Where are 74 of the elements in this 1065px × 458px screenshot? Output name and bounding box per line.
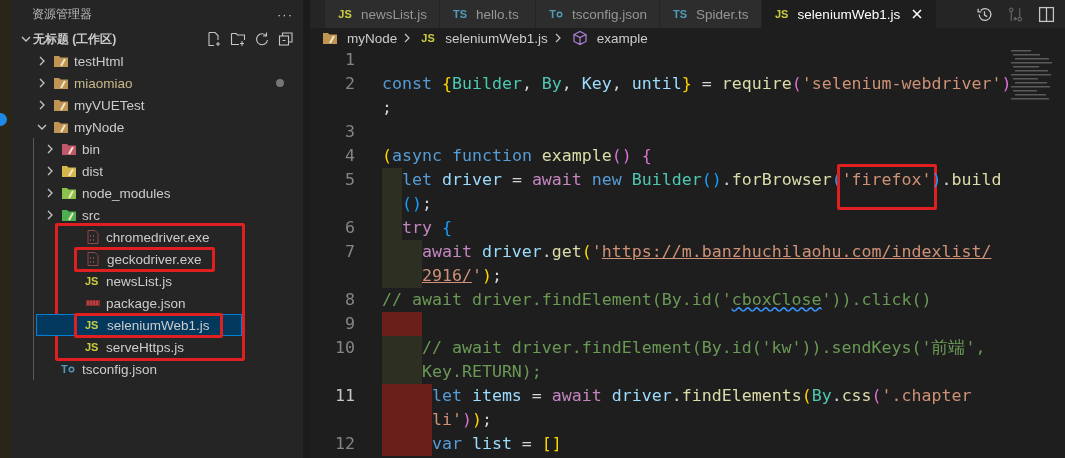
tree-item[interactable]: bin [12, 138, 303, 160]
editor-tab[interactable]: JS seleniumWeb1.js [761, 0, 938, 28]
folder-icon [53, 97, 69, 113]
close-icon[interactable] [910, 7, 925, 21]
line-number: 12 [334, 433, 356, 455]
refresh-icon[interactable] [254, 31, 270, 47]
file-type-icon: JS [85, 319, 101, 331]
file-type-icon: JS [85, 341, 101, 353]
tree-item[interactable]: dist [12, 160, 303, 182]
folder-icon [322, 30, 338, 46]
line-number: 10 [334, 337, 356, 359]
tree-item[interactable]: node_modules [12, 182, 303, 204]
cube-icon [571, 30, 588, 46]
editor-tab[interactable]: TS Spider.ts [660, 0, 762, 28]
more-actions-button[interactable]: ··· [277, 6, 293, 22]
folder-icon [61, 141, 77, 157]
line-number: 1 [344, 49, 356, 71]
new-file-icon[interactable] [206, 31, 222, 47]
folder-icon [61, 185, 77, 201]
binary-file-icon [85, 229, 101, 245]
collapse-all-icon[interactable] [278, 31, 294, 47]
code-line: // await driver.findElement(By.id('kw')).sendKeys('前端', Key.RETURN); [421, 337, 986, 383]
line-number: 7 [344, 241, 356, 263]
new-folder-icon[interactable] [230, 31, 246, 47]
tree-item[interactable]: src [12, 204, 303, 226]
editor-tab[interactable]: T tsconfig.json [536, 0, 661, 28]
code-line: let items = await driver.findElements(By.css('.chapter li')); [431, 385, 972, 431]
workspace-row[interactable]: 无标题 (工作区) [12, 28, 303, 50]
breadcrumb-item[interactable]: seleniumWeb1.js [445, 30, 548, 46]
line-number: 11 [334, 385, 356, 407]
tree-item[interactable]: package.json [36, 292, 242, 314]
file-type-icon: TS [672, 8, 689, 20]
tree-item[interactable]: JS seleniumWeb1.js [36, 314, 242, 336]
line-number: 8 [344, 289, 356, 311]
code-line: (async function example() { [382, 145, 652, 167]
file-type-icon: JS [85, 275, 101, 287]
breadcrumb-item[interactable]: example [596, 30, 648, 46]
folder-icon [61, 207, 77, 223]
line-number: 4 [344, 145, 356, 167]
line-number: 3 [344, 121, 356, 143]
compare-changes-icon[interactable] [1007, 5, 1024, 23]
tree-item[interactable]: miaomiao [12, 72, 303, 94]
split-editor-icon[interactable] [1038, 5, 1055, 23]
tree-item[interactable]: chromedriver.exe [36, 226, 242, 248]
folder-icon [61, 163, 77, 179]
folder-icon [53, 119, 69, 135]
line-number: 6 [344, 217, 356, 239]
folder-icon [53, 75, 69, 91]
tree-item[interactable]: testHtml [12, 50, 303, 72]
tree-item[interactable]: JS serveHttps.js [36, 336, 242, 358]
tree-item[interactable]: JS newsList.js [36, 270, 242, 292]
history-icon[interactable] [976, 5, 993, 23]
code-line: await driver.get('https://m.banzhuchilaohu.com/indexlist/ 2916/'); [421, 241, 992, 287]
file-type-icon: JS [337, 8, 353, 20]
editor-tab[interactable]: JS newsList.js [325, 0, 441, 28]
file-type-icon: JS [421, 32, 438, 44]
tree-item[interactable]: T tsconfig.json [12, 358, 303, 380]
binary-file-icon [85, 251, 101, 267]
line-number: 5 [344, 169, 356, 191]
line-number: 9 [344, 313, 356, 335]
code-line: try { [401, 217, 452, 239]
modified-dot [276, 79, 284, 87]
breadcrumb-item[interactable]: myNode [347, 30, 398, 46]
file-type-icon: JS [773, 8, 790, 20]
line-number: 2 [344, 73, 356, 95]
code-line: // await driver.findElement(By.id('cboxClose')).click() [382, 289, 932, 311]
tree-item[interactable]: myNode [12, 116, 303, 138]
panel-title: 资源管理器 [32, 5, 92, 23]
folder-icon [53, 53, 69, 69]
code-line: var list = [] [431, 433, 562, 455]
file-type-icon: TS [452, 8, 469, 20]
tree-item[interactable]: myVUETest [12, 94, 303, 116]
code-line: const {Builder, By, Key, until} = require('selenium-webdriver') ; [382, 73, 1012, 119]
editor-tab[interactable]: TS hello.ts [440, 0, 537, 28]
